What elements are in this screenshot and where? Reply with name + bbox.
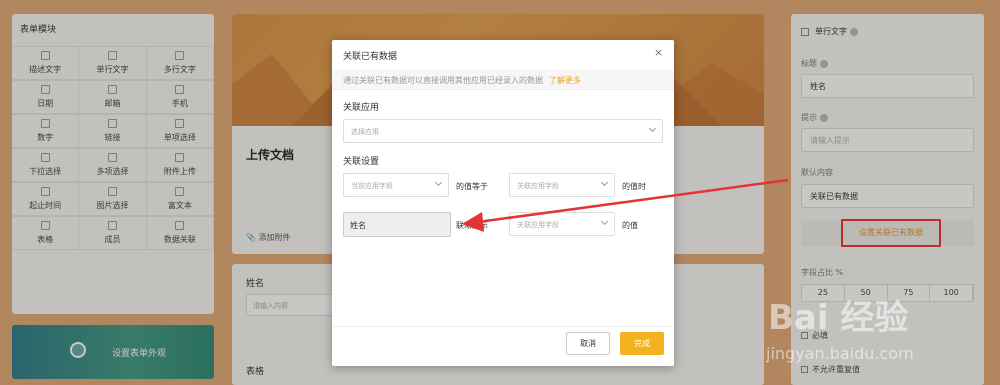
annotation-arrow <box>462 178 789 232</box>
arrow-line <box>477 178 789 224</box>
arrow-head-icon <box>462 212 484 232</box>
